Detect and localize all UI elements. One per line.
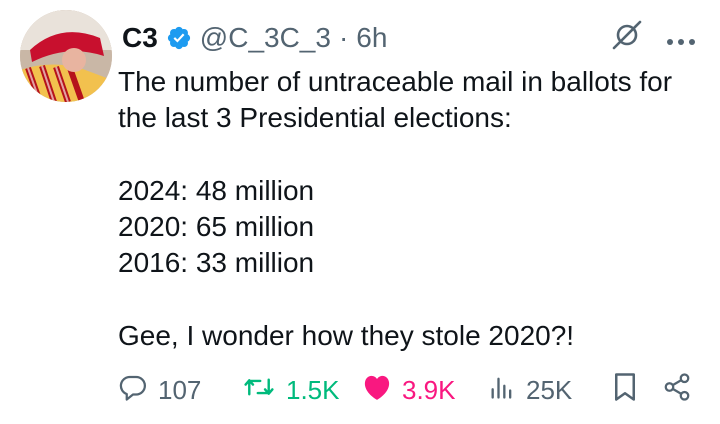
like-count: 3.9K: [402, 374, 456, 405]
timestamp[interactable]: 6h: [356, 22, 387, 54]
repost-icon: [242, 372, 276, 409]
author-name[interactable]: C3: [122, 22, 158, 54]
avatar-image: [20, 10, 112, 102]
tweet-intro: The number of untraceable mail in ballot…: [118, 66, 673, 133]
header-actions: [610, 18, 696, 59]
heart-icon: [362, 373, 392, 408]
repost-button[interactable]: 1.5K: [242, 372, 358, 409]
repost-count: 1.5K: [286, 374, 340, 405]
views-icon: [488, 372, 516, 409]
reply-icon: [118, 372, 148, 409]
verified-badge-icon[interactable]: [166, 25, 192, 51]
share-button[interactable]: [662, 372, 692, 409]
bookmark-icon: [612, 372, 638, 409]
tweet-body: The number of untraceable mail in ballot…: [118, 64, 698, 354]
reply-button[interactable]: 107: [118, 372, 236, 409]
share-icon: [662, 372, 692, 409]
tweet-closing: Gee, I wonder how they stole 2020?!: [118, 320, 575, 351]
views-count: 25K: [526, 374, 573, 405]
grok-icon[interactable]: [610, 18, 644, 59]
avatar[interactable]: [20, 10, 112, 102]
more-icon[interactable]: [666, 22, 696, 54]
separator-dot: ·: [338, 22, 349, 53]
author-handle[interactable]: @C_3C_3: [200, 22, 331, 54]
tweet-line: 2020: 65 million: [118, 211, 315, 242]
like-button[interactable]: 3.9K: [362, 373, 484, 408]
bookmark-button[interactable]: [612, 372, 638, 409]
views-button[interactable]: 25K: [488, 372, 598, 409]
reply-count: 107: [158, 374, 202, 405]
tweet-line: 2016: 33 million: [118, 247, 315, 278]
tweet-line: 2024: 48 million: [118, 175, 315, 206]
tweet-actions: 107 1.5K 3.9K 25K: [118, 368, 696, 412]
tweet-header: C3 @C_3C_3 · 6h: [122, 14, 696, 62]
